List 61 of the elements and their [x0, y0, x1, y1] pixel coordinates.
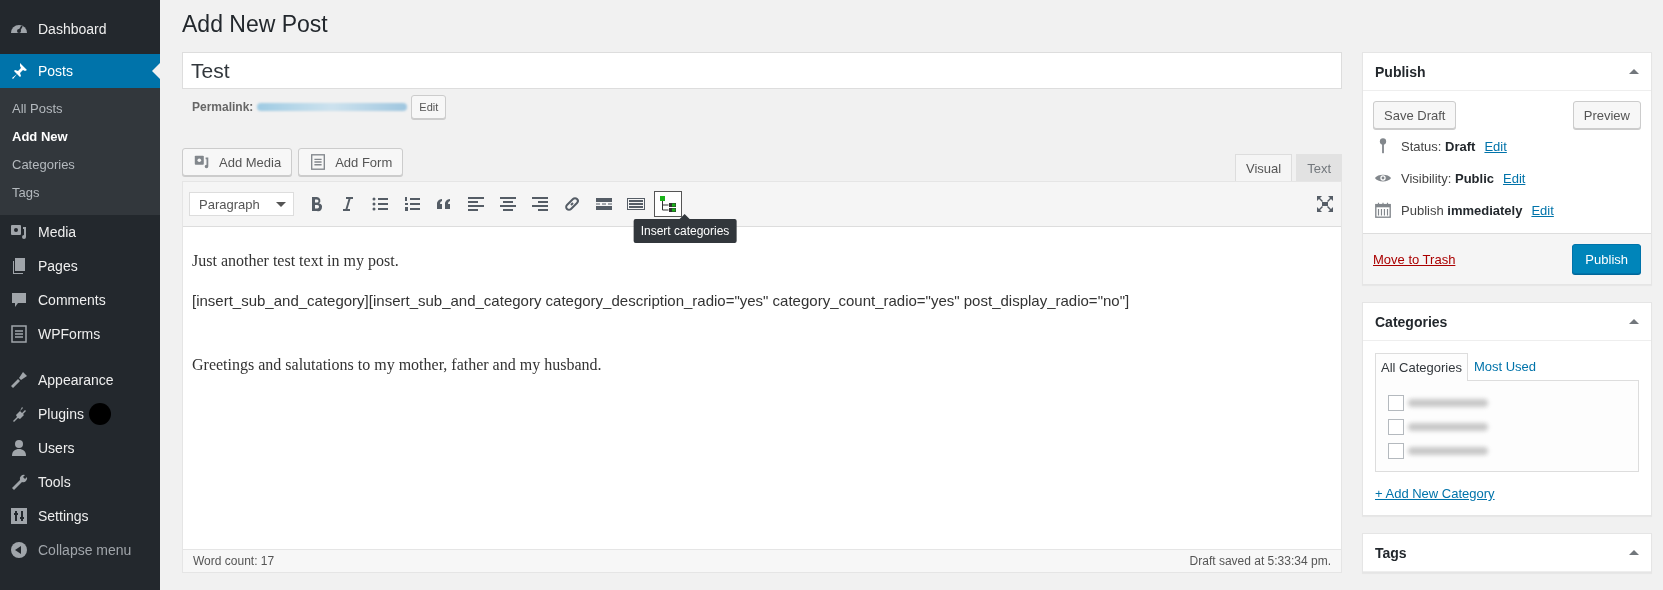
sidebar-item[interactable]: Comments	[0, 283, 160, 317]
sidebar-item[interactable]: Posts	[0, 54, 160, 88]
checkbox[interactable]	[1388, 443, 1404, 459]
title-field[interactable]: Test	[182, 52, 1342, 89]
add-form-button[interactable]: Add Form	[298, 148, 404, 176]
submenu-item[interactable]: All Posts	[0, 95, 160, 123]
box-title: Publish	[1375, 63, 1426, 80]
submenu-item[interactable]: Tags	[0, 179, 160, 207]
meta-text: Publish immediately	[1401, 202, 1523, 218]
publish-button[interactable]: Publish	[1572, 244, 1641, 274]
draft-saved-status: Draft saved at 5:33:34 pm.	[1189, 554, 1331, 568]
meta-text: Status: Draft	[1401, 138, 1476, 154]
checkbox[interactable]	[1388, 419, 1404, 435]
page-title: Add New Post	[182, 10, 329, 39]
sidebar-item[interactable]: Settings	[0, 499, 160, 533]
meta-text: Visibility: Public	[1401, 170, 1494, 186]
trash-link[interactable]: Move to Trash	[1373, 251, 1456, 267]
box-title: Categories	[1375, 313, 1448, 330]
fullscreen-icon[interactable]	[1315, 194, 1335, 214]
sidebar-item[interactable]: Collapse menu	[0, 533, 160, 567]
settings-icon	[9, 506, 29, 526]
add-media-button[interactable]: Add Media	[182, 148, 293, 176]
format-select[interactable]: Paragraph	[189, 192, 294, 216]
word-count: Word count: 17	[193, 554, 275, 568]
box-title: Tags	[1375, 544, 1407, 561]
sidebar-item[interactable]: Appearance	[0, 363, 160, 397]
save-draft-button[interactable]: Save Draft	[1373, 101, 1457, 129]
edit-button[interactable]: Edit	[411, 95, 447, 119]
paragraph: Greetings and salutations to my mother, father and my husband.	[192, 355, 603, 376]
media-icon	[9, 222, 29, 242]
camera-music-icon	[193, 153, 211, 171]
checkbox[interactable]	[1388, 395, 1404, 411]
sidebar-item[interactable]: Pages	[0, 249, 160, 283]
form-icon	[309, 153, 328, 171]
users-icon	[9, 438, 29, 458]
appearance-icon	[9, 370, 29, 390]
submenu-item[interactable]: Add New	[0, 123, 160, 151]
paragraph: Just another test text in my post.	[192, 251, 400, 272]
edit-link[interactable]: Edit	[1503, 170, 1526, 186]
forms-icon	[9, 324, 29, 344]
sidebar-item[interactable]: Users	[0, 431, 160, 465]
calendar-icon	[1374, 201, 1392, 219]
editor-tab[interactable]: Visual	[1234, 154, 1293, 181]
sidebar-item[interactable]: WPForms	[0, 317, 160, 351]
collapse-icon	[9, 540, 29, 560]
edit-link[interactable]: Edit	[1484, 138, 1507, 154]
category-tab[interactable]: All Categories	[1375, 353, 1468, 381]
add-category-link[interactable]: + Add New Category	[1375, 486, 1495, 501]
permalink-label: Permalink:	[192, 100, 254, 114]
shortcode-text: [insert_sub_and_category][insert_sub_and_category category_description_radio="yes" category_count_radio="yes" post_display_radio="no"]	[192, 291, 1131, 311]
categories-icon[interactable]	[654, 191, 682, 217]
edit-link[interactable]: Edit	[1531, 202, 1554, 218]
sidebar-item[interactable]: Plugins	[0, 397, 160, 431]
sidebar-item[interactable]: Media	[0, 215, 160, 249]
sidebar-item[interactable]: Dashboard	[0, 12, 160, 46]
tooltip: Insert categories	[633, 214, 737, 243]
preview-button[interactable]: Preview	[1572, 101, 1641, 129]
category-tab[interactable]: Most Used	[1467, 352, 1543, 380]
editor-tab[interactable]: Text	[1296, 154, 1342, 181]
sidebar-item[interactable]: Tools	[0, 465, 160, 499]
submenu-item[interactable]: Categories	[0, 151, 160, 179]
